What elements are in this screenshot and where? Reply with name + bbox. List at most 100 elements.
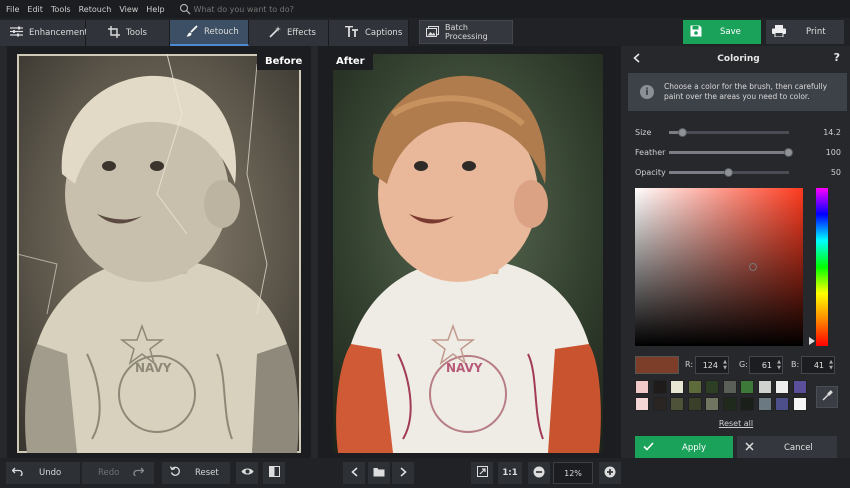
tab-tools[interactable]: Tools <box>86 20 170 46</box>
color-swatch[interactable] <box>792 397 807 411</box>
apply-label: Apply <box>682 442 706 453</box>
chevron-right-icon <box>399 466 407 480</box>
menu-help[interactable]: Help <box>142 5 168 14</box>
close-icon <box>737 441 784 454</box>
green-value: 61 <box>761 360 772 370</box>
menu-view[interactable]: View <box>115 5 142 14</box>
reset-icon <box>169 466 181 480</box>
color-swatch[interactable] <box>670 380 684 394</box>
tab-retouch[interactable]: Retouch <box>170 20 249 46</box>
color-swatch[interactable] <box>705 380 719 394</box>
color-swatch[interactable] <box>757 397 772 411</box>
redo-button[interactable]: Redo <box>82 462 154 484</box>
color-field[interactable] <box>635 188 803 346</box>
feather-slider-row: Feather 100 <box>635 146 847 158</box>
tab-effects-label: Effects <box>287 28 316 38</box>
eyedropper-button[interactable] <box>816 386 838 408</box>
undo-button[interactable]: Undo <box>6 462 80 484</box>
menu-edit[interactable]: Edit <box>23 5 47 14</box>
opacity-slider[interactable] <box>669 168 789 177</box>
menu-retouch[interactable]: Retouch <box>75 5 116 14</box>
apply-button[interactable]: Apply <box>635 436 733 459</box>
size-slider-row: Size 14.2 <box>635 126 847 138</box>
before-canvas[interactable]: NAVY Before <box>7 46 311 458</box>
color-swatch[interactable] <box>722 380 737 394</box>
fit-to-screen-button[interactable] <box>471 462 493 484</box>
opacity-slider-handle[interactable] <box>724 168 733 177</box>
tab-tools-label: Tools <box>126 28 147 38</box>
redo-icon <box>133 467 145 479</box>
tab-captions[interactable]: Captions <box>329 20 409 46</box>
save-button[interactable]: Save <box>683 20 761 44</box>
color-swatch[interactable] <box>792 380 807 394</box>
feather-slider[interactable] <box>669 148 793 157</box>
previous-image-button[interactable] <box>343 462 365 484</box>
sliders-icon <box>10 26 29 40</box>
menu-tools[interactable]: Tools <box>47 5 75 14</box>
plus-circle-icon <box>604 466 616 481</box>
cancel-label: Cancel <box>784 442 813 453</box>
next-image-button[interactable] <box>392 462 414 484</box>
color-swatch[interactable] <box>722 397 737 411</box>
zoom-level-field[interactable]: 12% <box>553 462 593 484</box>
color-swatch[interactable] <box>705 397 719 411</box>
reset-button[interactable]: Reset <box>162 462 230 484</box>
blue-input[interactable]: 41 ▲ ▼ <box>801 356 835 374</box>
help-icon[interactable]: ? <box>834 51 840 64</box>
undo-label: Undo <box>39 468 62 478</box>
color-swatch[interactable] <box>687 380 702 394</box>
color-swatch[interactable] <box>652 380 667 394</box>
batch-processing-button[interactable]: Batch Processing <box>419 20 513 44</box>
red-input[interactable]: 124 ▲ ▼ <box>695 356 729 374</box>
color-swatch[interactable] <box>670 397 684 411</box>
color-swatch[interactable] <box>757 380 772 394</box>
spinner-icon[interactable]: ▲ ▼ <box>777 359 781 371</box>
swatch-grid <box>635 380 811 414</box>
color-swatch[interactable] <box>635 397 649 411</box>
color-swatch[interactable] <box>775 397 789 411</box>
color-swatch[interactable] <box>740 397 754 411</box>
color-swatch[interactable] <box>775 380 789 394</box>
bottom-bar: Undo Redo Reset 1:1 12% <box>0 458 850 488</box>
batch-processing-label: Batch Processing <box>445 23 488 41</box>
tab-captions-label: Captions <box>365 28 403 38</box>
feather-value: 100 <box>825 147 841 157</box>
preview-toggle-button[interactable] <box>236 462 258 484</box>
menu-file[interactable]: File <box>0 5 23 14</box>
hue-marker[interactable] <box>809 337 815 346</box>
size-slider[interactable] <box>669 128 789 137</box>
spinner-icon[interactable]: ▲ ▼ <box>723 359 727 371</box>
svg-text:NAVY: NAVY <box>446 361 483 375</box>
spinner-icon[interactable]: ▲ ▼ <box>829 359 833 371</box>
color-preview <box>635 356 679 374</box>
minus-circle-icon <box>533 466 545 481</box>
color-swatch[interactable] <box>635 380 649 394</box>
zoom-in-button[interactable] <box>599 462 621 484</box>
open-folder-button[interactable] <box>368 462 390 484</box>
color-swatch[interactable] <box>652 397 667 411</box>
zoom-out-button[interactable] <box>528 462 550 484</box>
search-icon <box>179 3 191 15</box>
after-canvas[interactable]: NAVY After <box>318 46 621 458</box>
color-swatch[interactable] <box>687 397 702 411</box>
color-swatch[interactable] <box>740 380 754 394</box>
tab-enhancement[interactable]: Enhancement <box>0 20 88 46</box>
search-input[interactable] <box>193 4 354 14</box>
green-input[interactable]: 61 ▲ ▼ <box>749 356 783 374</box>
rgb-row: R: 124 ▲ ▼ G: 61 ▲ ▼ B: 41 ▲ ▼ <box>635 356 847 374</box>
hue-slider[interactable] <box>816 188 828 346</box>
compare-view-button[interactable] <box>263 462 285 484</box>
cancel-button[interactable]: Cancel <box>737 436 837 459</box>
size-slider-handle[interactable] <box>678 128 688 137</box>
feather-label: Feather <box>635 147 666 157</box>
color-cursor[interactable] <box>748 263 757 271</box>
tab-retouch-label: Retouch <box>204 27 239 37</box>
g-label: G: <box>739 360 748 369</box>
reset-all-link[interactable]: Reset all <box>627 419 845 428</box>
opacity-label: Opacity <box>635 167 666 177</box>
actual-size-button[interactable]: 1:1 <box>498 462 522 484</box>
tab-effects[interactable]: Effects <box>249 20 329 46</box>
print-button[interactable]: Print <box>766 20 844 44</box>
r-label: R: <box>685 360 694 369</box>
feather-slider-handle[interactable] <box>784 148 793 157</box>
